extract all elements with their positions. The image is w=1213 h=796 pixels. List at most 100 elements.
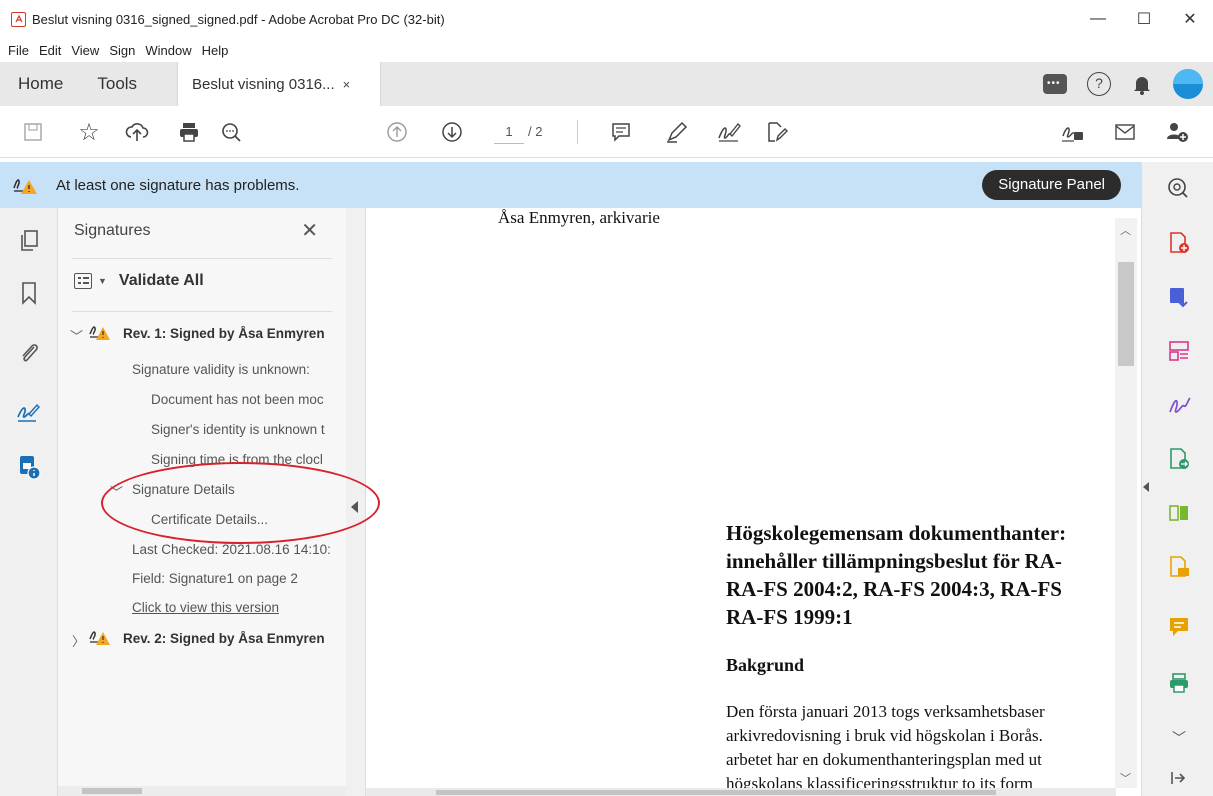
document-signer-line: Åsa Enmyren, arkivarie <box>498 208 660 227</box>
menu-file[interactable]: File <box>8 43 29 58</box>
document-view[interactable]: Åsa Enmyren, arkivarie Högskolegemensam … <box>366 208 1141 796</box>
more-tools-chevron-icon[interactable]: ﹀ <box>1172 728 1186 748</box>
minimize-button[interactable]: — <box>1075 0 1121 38</box>
toolbar-separator <box>577 120 578 144</box>
security-lock-icon[interactable] <box>16 454 42 480</box>
panel-scroll-thumb[interactable] <box>82 788 142 794</box>
zoom-in-icon[interactable] <box>1166 176 1190 200</box>
previous-page-icon[interactable] <box>384 119 410 145</box>
export-pdf-icon[interactable] <box>1168 286 1190 308</box>
close-window-button[interactable]: ✕ <box>1167 0 1213 38</box>
page-total: / 2 <box>528 124 543 139</box>
add-user-icon[interactable] <box>1164 119 1190 145</box>
document-subheading: Bakgrund <box>726 655 805 675</box>
rev1-expand-chevron-icon[interactable]: ﹀ <box>70 326 83 345</box>
stamp-icon[interactable] <box>1168 556 1190 578</box>
left-navigation-rail <box>0 208 58 796</box>
signature-warning-icon <box>88 627 110 647</box>
options-list-icon[interactable] <box>74 273 92 289</box>
menu-help[interactable]: Help <box>202 43 229 58</box>
fill-and-sign-icon[interactable] <box>764 119 790 145</box>
sign-document-icon[interactable] <box>716 119 742 145</box>
attachments-icon[interactable] <box>16 340 42 366</box>
validate-all-label: Validate All <box>118 272 204 289</box>
send-for-signature-icon[interactable] <box>1168 448 1190 470</box>
zoom-out-icon[interactable] <box>218 119 244 145</box>
scroll-up-arrow-icon[interactable]: ︿ <box>1120 222 1131 238</box>
document-scroll-thumb[interactable] <box>1118 262 1134 366</box>
validity-detail-item[interactable]: Signer's identity is unknown t <box>151 422 337 437</box>
expand-left-arrow-icon[interactable] <box>1143 482 1149 492</box>
document-heading-line: Högskolegemensam dokumenthanter: <box>726 521 1067 545</box>
field-item: Field: Signature1 on page 2 <box>132 571 298 586</box>
validity-detail-item[interactable]: Document has not been moc <box>151 392 337 407</box>
bookmarks-icon[interactable] <box>16 280 42 306</box>
title-bar: Beslut visning 0316_signed_signed.pdf - … <box>0 0 1213 38</box>
signature-panel-button[interactable]: Signature Panel <box>982 170 1121 200</box>
upload-cloud-icon[interactable] <box>124 119 150 145</box>
right-rail-collapse-handle[interactable] <box>1141 478 1153 498</box>
last-checked-item: Last Checked: 2021.08.16 14:10: <box>132 542 331 557</box>
scroll-down-arrow-icon[interactable]: ﹀ <box>1120 770 1131 786</box>
panel-horizontal-scrollbar[interactable] <box>58 786 346 796</box>
print-production-icon[interactable] <box>1168 672 1190 694</box>
highlight-pen-icon[interactable] <box>664 119 690 145</box>
red-highlight-ellipse <box>101 462 380 544</box>
menu-view[interactable]: View <box>71 43 99 58</box>
email-icon[interactable] <box>1112 119 1138 145</box>
rev1-title[interactable]: Rev. 1: Signed by Åsa Enmyren <box>123 326 325 341</box>
window-title: Beslut visning 0316_signed_signed.pdf - … <box>32 11 445 27</box>
signatures-panel-title: Signatures <box>74 222 151 239</box>
compare-files-icon[interactable] <box>1168 502 1190 524</box>
validity-status[interactable]: Signature validity is unknown: <box>132 362 310 377</box>
tab-document-label: Beslut visning 0316... <box>192 75 335 93</box>
organize-pages-icon[interactable] <box>1168 340 1190 362</box>
document-hscroll-thumb[interactable] <box>436 790 996 795</box>
tab-home[interactable]: Home <box>0 62 81 106</box>
document-heading-line: RA-FS 1999:1 <box>726 605 853 629</box>
page-thumbnails-icon[interactable] <box>16 228 42 254</box>
tab-close-icon[interactable]: × <box>343 77 351 92</box>
validate-all-button[interactable]: ▼ Validate All <box>74 272 204 290</box>
panel-divider <box>72 258 332 259</box>
tab-document[interactable]: Beslut visning 0316... × <box>177 62 382 106</box>
document-body-line: Den första januari 2013 togs verksamhets… <box>726 702 1045 721</box>
comment-bubble-icon[interactable]: ••• <box>1043 74 1067 94</box>
document-heading-line: RA-FS 2004:2, RA-FS 2004:3, RA-FS <box>726 577 1062 601</box>
print-icon[interactable] <box>176 119 202 145</box>
menu-window[interactable]: Window <box>145 43 191 58</box>
tab-tools[interactable]: Tools <box>81 62 177 106</box>
main-toolbar: ☆ 1 / 2 <box>0 106 1213 158</box>
rev2-expand-chevron-icon[interactable]: 〉 <box>72 631 85 650</box>
help-icon[interactable]: ? <box>1087 72 1111 96</box>
fill-sign-icon[interactable] <box>1168 394 1191 416</box>
avatar[interactable] <box>1173 69 1203 99</box>
notification-bell-icon[interactable] <box>1131 73 1153 95</box>
save-icon[interactable] <box>20 119 46 145</box>
rev2-title[interactable]: Rev. 2: Signed by Åsa Enmyren <box>123 631 325 646</box>
signature-warning-bar: At least one signature has problems. Sig… <box>0 162 1141 208</box>
signature-warning-message: At least one signature has problems. <box>56 176 300 194</box>
menu-edit[interactable]: Edit <box>39 43 61 58</box>
view-version-link[interactable]: Click to view this version <box>132 600 279 615</box>
maximize-button[interactable]: ☐ <box>1121 0 1167 38</box>
signature-warning-icon <box>12 174 38 196</box>
certificate-sign-icon[interactable] <box>1060 119 1086 145</box>
tab-bar: Home Tools Beslut visning 0316... × ••• … <box>0 62 1213 106</box>
collapse-tools-icon[interactable] <box>1170 770 1186 786</box>
document-heading-line: innehåller tillämpningsbeslut för RA- <box>726 549 1062 573</box>
next-page-icon[interactable] <box>439 119 465 145</box>
comment-tool-icon[interactable] <box>1168 616 1190 638</box>
panel-divider <box>72 311 332 312</box>
bookmark-star-icon[interactable]: ☆ <box>76 119 102 146</box>
signature-warning-icon <box>88 322 110 342</box>
signatures-panel-icon[interactable] <box>16 400 42 426</box>
document-horizontal-scrollbar[interactable] <box>366 788 1116 796</box>
create-pdf-icon[interactable] <box>1168 232 1190 254</box>
comment-icon[interactable] <box>608 119 634 145</box>
current-page-input[interactable]: 1 <box>494 120 524 144</box>
close-panel-icon[interactable]: ✕ <box>301 218 318 243</box>
document-vertical-scrollbar[interactable]: ︿ ﹀ <box>1115 218 1137 788</box>
dropdown-caret-icon[interactable]: ▼ <box>98 276 107 286</box>
menu-sign[interactable]: Sign <box>109 43 135 58</box>
